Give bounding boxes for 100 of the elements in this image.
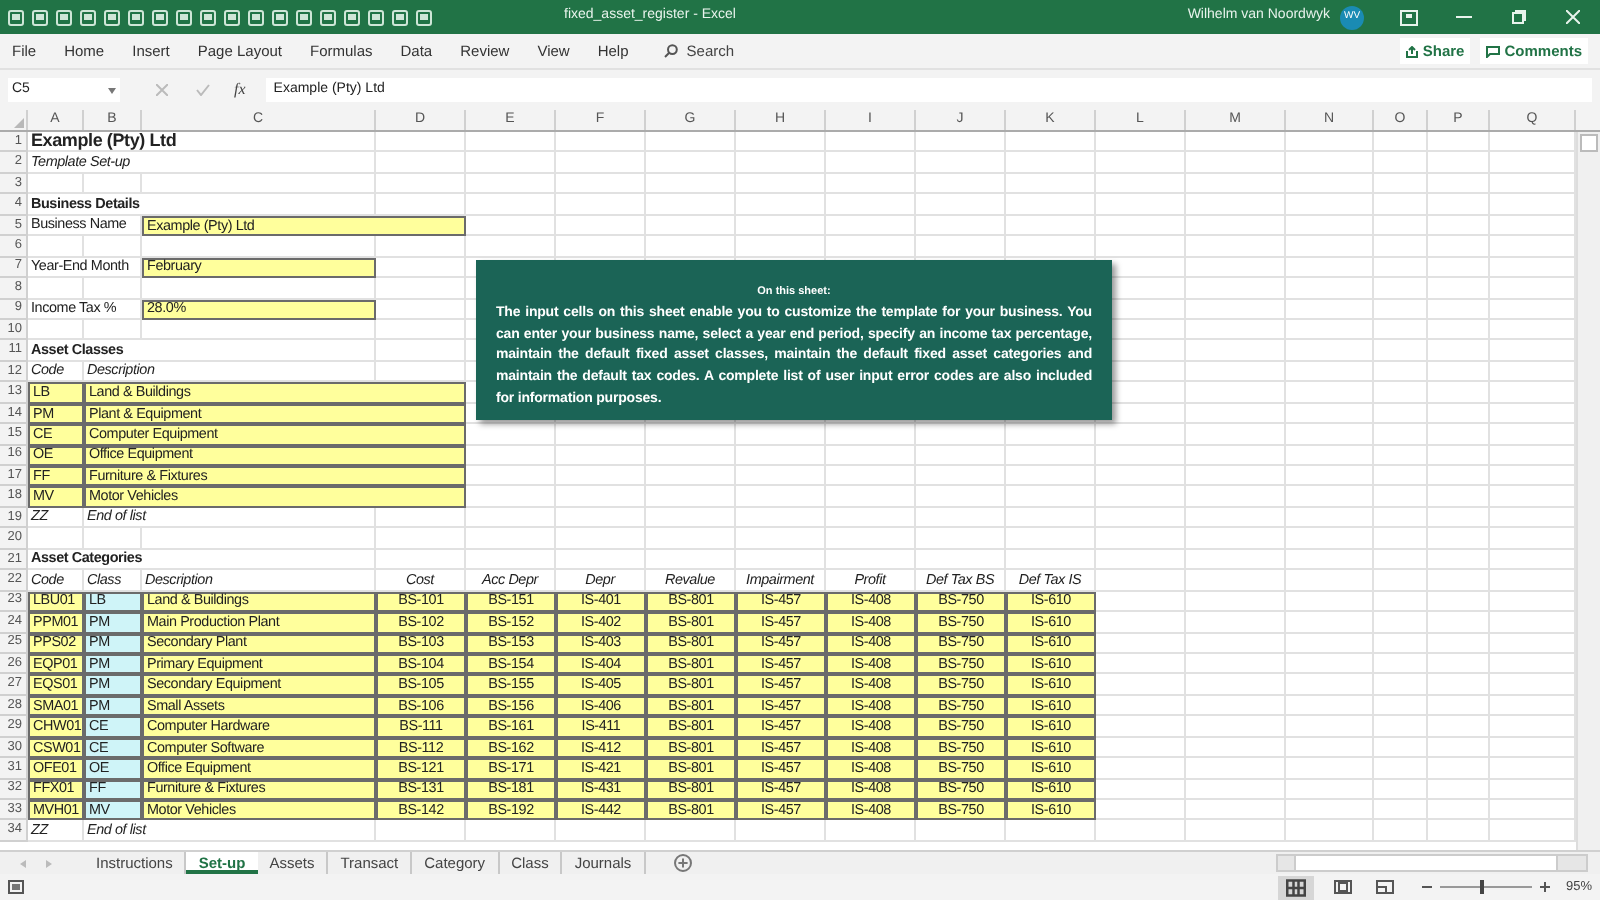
page-break-view-icon[interactable] (1375, 880, 1394, 894)
empty-cell (826, 424, 916, 446)
empty-cell (1186, 549, 1286, 571)
empty-cell (1374, 403, 1428, 425)
macro-record-icon[interactable] (8, 880, 24, 894)
empty-cell (1428, 445, 1490, 466)
empty-cell (736, 528, 826, 550)
add-sheet-icon[interactable] (673, 854, 692, 872)
empty-cell (556, 466, 646, 487)
empty-cell (826, 445, 916, 466)
empty-cell (466, 173, 556, 195)
empty-cell (1186, 424, 1286, 446)
empty-cell (1374, 424, 1428, 446)
empty-cell (1286, 695, 1374, 717)
search-icon[interactable] (664, 44, 679, 58)
empty-cell (556, 173, 646, 195)
empty-cell (646, 820, 736, 842)
empty-cell (736, 194, 826, 216)
empty-cell (1428, 820, 1490, 842)
horizontal-scrollbar[interactable] (1276, 854, 1588, 872)
empty-cell (1186, 716, 1286, 738)
empty-cell (1374, 340, 1428, 362)
empty-cell (1374, 674, 1428, 696)
empty-cell (1096, 194, 1186, 216)
empty-cell (826, 152, 916, 174)
empty-cell (826, 194, 916, 216)
empty-cell (376, 173, 466, 195)
empty-cell (1428, 194, 1490, 216)
empty-cell (556, 486, 646, 508)
empty-cell (1428, 257, 1490, 279)
empty-cell (1286, 507, 1374, 529)
empty-cell (1286, 215, 1374, 237)
empty-cell (1006, 194, 1096, 216)
empty-cell (1286, 257, 1374, 279)
empty-cell (1186, 737, 1286, 759)
empty-cell (1096, 445, 1186, 466)
empty-cell (1186, 633, 1286, 654)
empty-cell (916, 445, 1006, 466)
empty-cell (1186, 695, 1286, 717)
empty-cell (916, 549, 1006, 571)
zoom-slider-thumb[interactable] (1479, 880, 1484, 894)
empty-cell (916, 152, 1006, 174)
empty-cell (466, 132, 556, 153)
empty-cell (1374, 278, 1428, 299)
empty-cell (1286, 779, 1374, 800)
empty-cell (1428, 132, 1490, 153)
empty-cell (1186, 466, 1286, 487)
empty-cell (646, 152, 736, 174)
empty-cell (1006, 132, 1096, 153)
empty-cell (466, 152, 556, 174)
empty-cell (84, 278, 142, 299)
close-icon[interactable] (1566, 10, 1580, 24)
empty-cell (1286, 466, 1374, 487)
empty-cell (1286, 674, 1374, 696)
empty-cell (1286, 382, 1374, 404)
zoom-in-icon[interactable] (1539, 882, 1550, 892)
restore-icon[interactable] (1512, 10, 1526, 24)
empty-cell (1286, 737, 1374, 759)
empty-cell (1428, 319, 1490, 341)
empty-cell (1374, 445, 1428, 466)
empty-cell (916, 424, 1006, 446)
empty-cell (916, 215, 1006, 237)
empty-cell (1096, 549, 1186, 571)
empty-cell (1428, 779, 1490, 800)
empty-cell (1286, 653, 1374, 675)
empty-cell (1096, 820, 1186, 842)
empty-cell (1374, 800, 1428, 821)
empty-cell (736, 466, 826, 487)
empty-cell (1186, 340, 1286, 362)
empty-cell (1374, 591, 1428, 613)
empty-cell (1186, 361, 1286, 383)
empty-cell (646, 424, 736, 446)
ribbon-display-icon[interactable] (1400, 9, 1418, 25)
empty-cell (376, 507, 466, 529)
empty-cell (1186, 758, 1286, 780)
empty-cell (1428, 570, 1490, 592)
empty-cell (1286, 716, 1374, 738)
insert-function-button[interactable]: fx (234, 78, 246, 102)
empty-cell (1374, 570, 1428, 592)
minimize-icon[interactable] (1456, 15, 1472, 19)
empty-cell (916, 132, 1006, 153)
empty-cell (1286, 319, 1374, 341)
empty-cell (736, 820, 826, 842)
vertical-scrollbar[interactable] (1576, 132, 1600, 850)
empty-cell (1374, 382, 1428, 404)
empty-cell (1186, 215, 1286, 237)
empty-cell (1374, 319, 1428, 341)
empty-cell (466, 194, 556, 216)
zoom-slider[interactable] (1439, 880, 1532, 894)
empty-cell (916, 820, 1006, 842)
normal-view-icon[interactable] (1277, 875, 1314, 899)
empty-cell (916, 528, 1006, 550)
empty-cell (1428, 340, 1490, 362)
enter-check-icon[interactable] (196, 84, 210, 96)
page-layout-view-icon[interactable] (1333, 880, 1352, 894)
empty-cell (1428, 591, 1490, 613)
dropdown-caret-icon[interactable] (108, 87, 116, 93)
empty-cell (1428, 152, 1490, 174)
empty-cell (1286, 528, 1374, 550)
empty-cell (736, 507, 826, 529)
